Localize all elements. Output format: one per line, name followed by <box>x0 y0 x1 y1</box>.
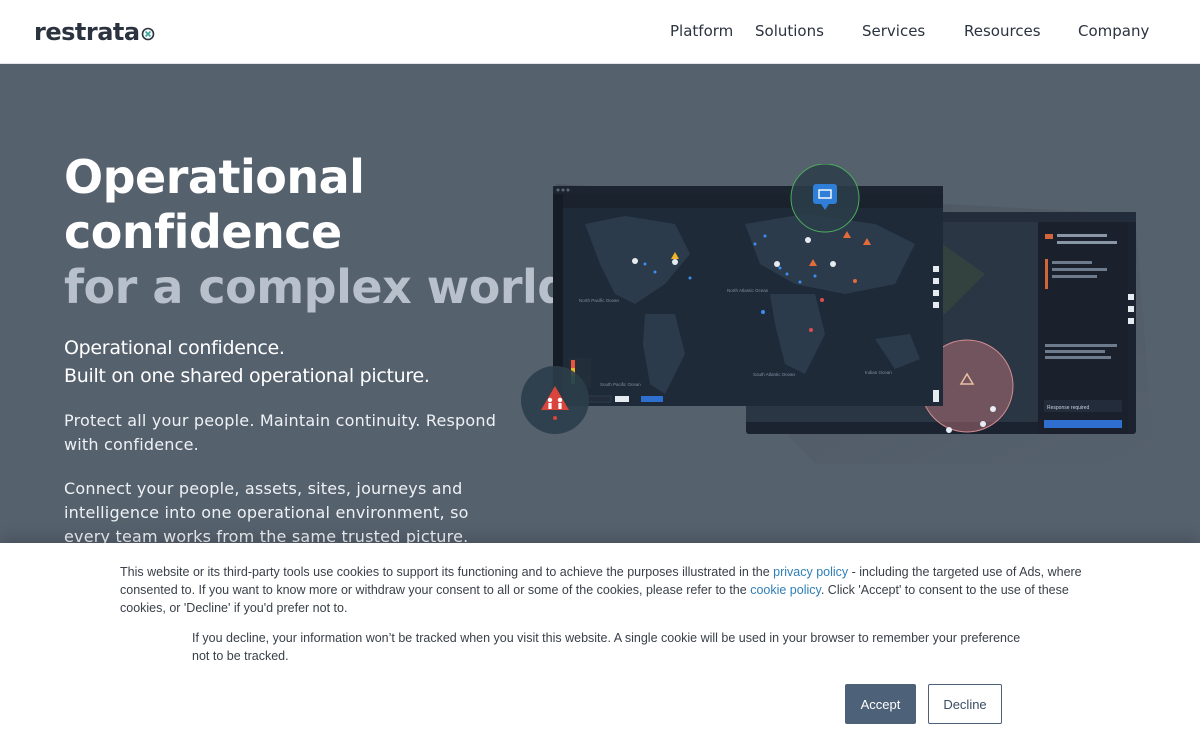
nav-solutions[interactable]: Solutions <box>755 22 824 40</box>
nav-platform[interactable]: Platform <box>670 22 733 40</box>
site-header: restrata Platform Solutions Services Res… <box>0 0 1200 64</box>
privacy-policy-link[interactable]: privacy policy <box>773 565 848 579</box>
people-alert-badge-icon <box>521 366 589 434</box>
main-nav: Platform Solutions Services Resources Co… <box>0 22 1200 42</box>
cookie-notice-text: This website or its third-party tools us… <box>120 563 1085 617</box>
hero-subtitle: Operational confidence. Built on one sha… <box>64 334 430 390</box>
hero-title: Operational confidence for a complex wor… <box>64 150 570 315</box>
ocean-label: North Atlantic Ocean <box>727 288 769 293</box>
cookie-text-part: This website or its third-party tools us… <box>120 565 774 579</box>
decline-button[interactable]: Decline <box>928 684 1002 724</box>
hero-title-line: confidence <box>64 205 342 259</box>
response-required-label: Response required <box>1047 405 1089 411</box>
nav-company[interactable]: Company <box>1078 22 1149 40</box>
cookie-decline-info: If you decline, your information won’t b… <box>192 631 1021 663</box>
hero-paragraph: Connect your people, assets, sites, jour… <box>64 479 469 546</box>
hero-paragraph: Protect all your people. Maintain contin… <box>64 411 497 454</box>
hero-subtitle-line: Operational confidence. <box>64 337 285 359</box>
ocean-label: South Atlantic Ocean <box>753 372 796 377</box>
main-dashboard-screen: North Pacific Ocean North Atlantic Ocean… <box>553 186 943 406</box>
ocean-label: Indian Ocean <box>865 370 892 375</box>
ocean-label: North Pacific Ocean <box>579 298 620 303</box>
hero-title-line: Operational <box>64 150 365 204</box>
ocean-label: South Pacific Ocean <box>600 382 641 387</box>
nav-resources[interactable]: Resources <box>964 22 1041 40</box>
cookie-consent-banner: This website or its third-party tools us… <box>0 543 1200 750</box>
location-pin-badge-icon <box>790 164 860 233</box>
cookie-policy-link[interactable]: cookie policy <box>750 583 821 597</box>
nav-services[interactable]: Services <box>862 22 925 40</box>
product-screens-illustration: Response required North Pacific Ocean No… <box>521 164 1155 464</box>
accept-button[interactable]: Accept <box>845 684 916 724</box>
hero-subtitle-line: Built on one shared operational picture. <box>64 365 430 387</box>
hero-title-line-muted: for a complex world <box>64 260 570 314</box>
